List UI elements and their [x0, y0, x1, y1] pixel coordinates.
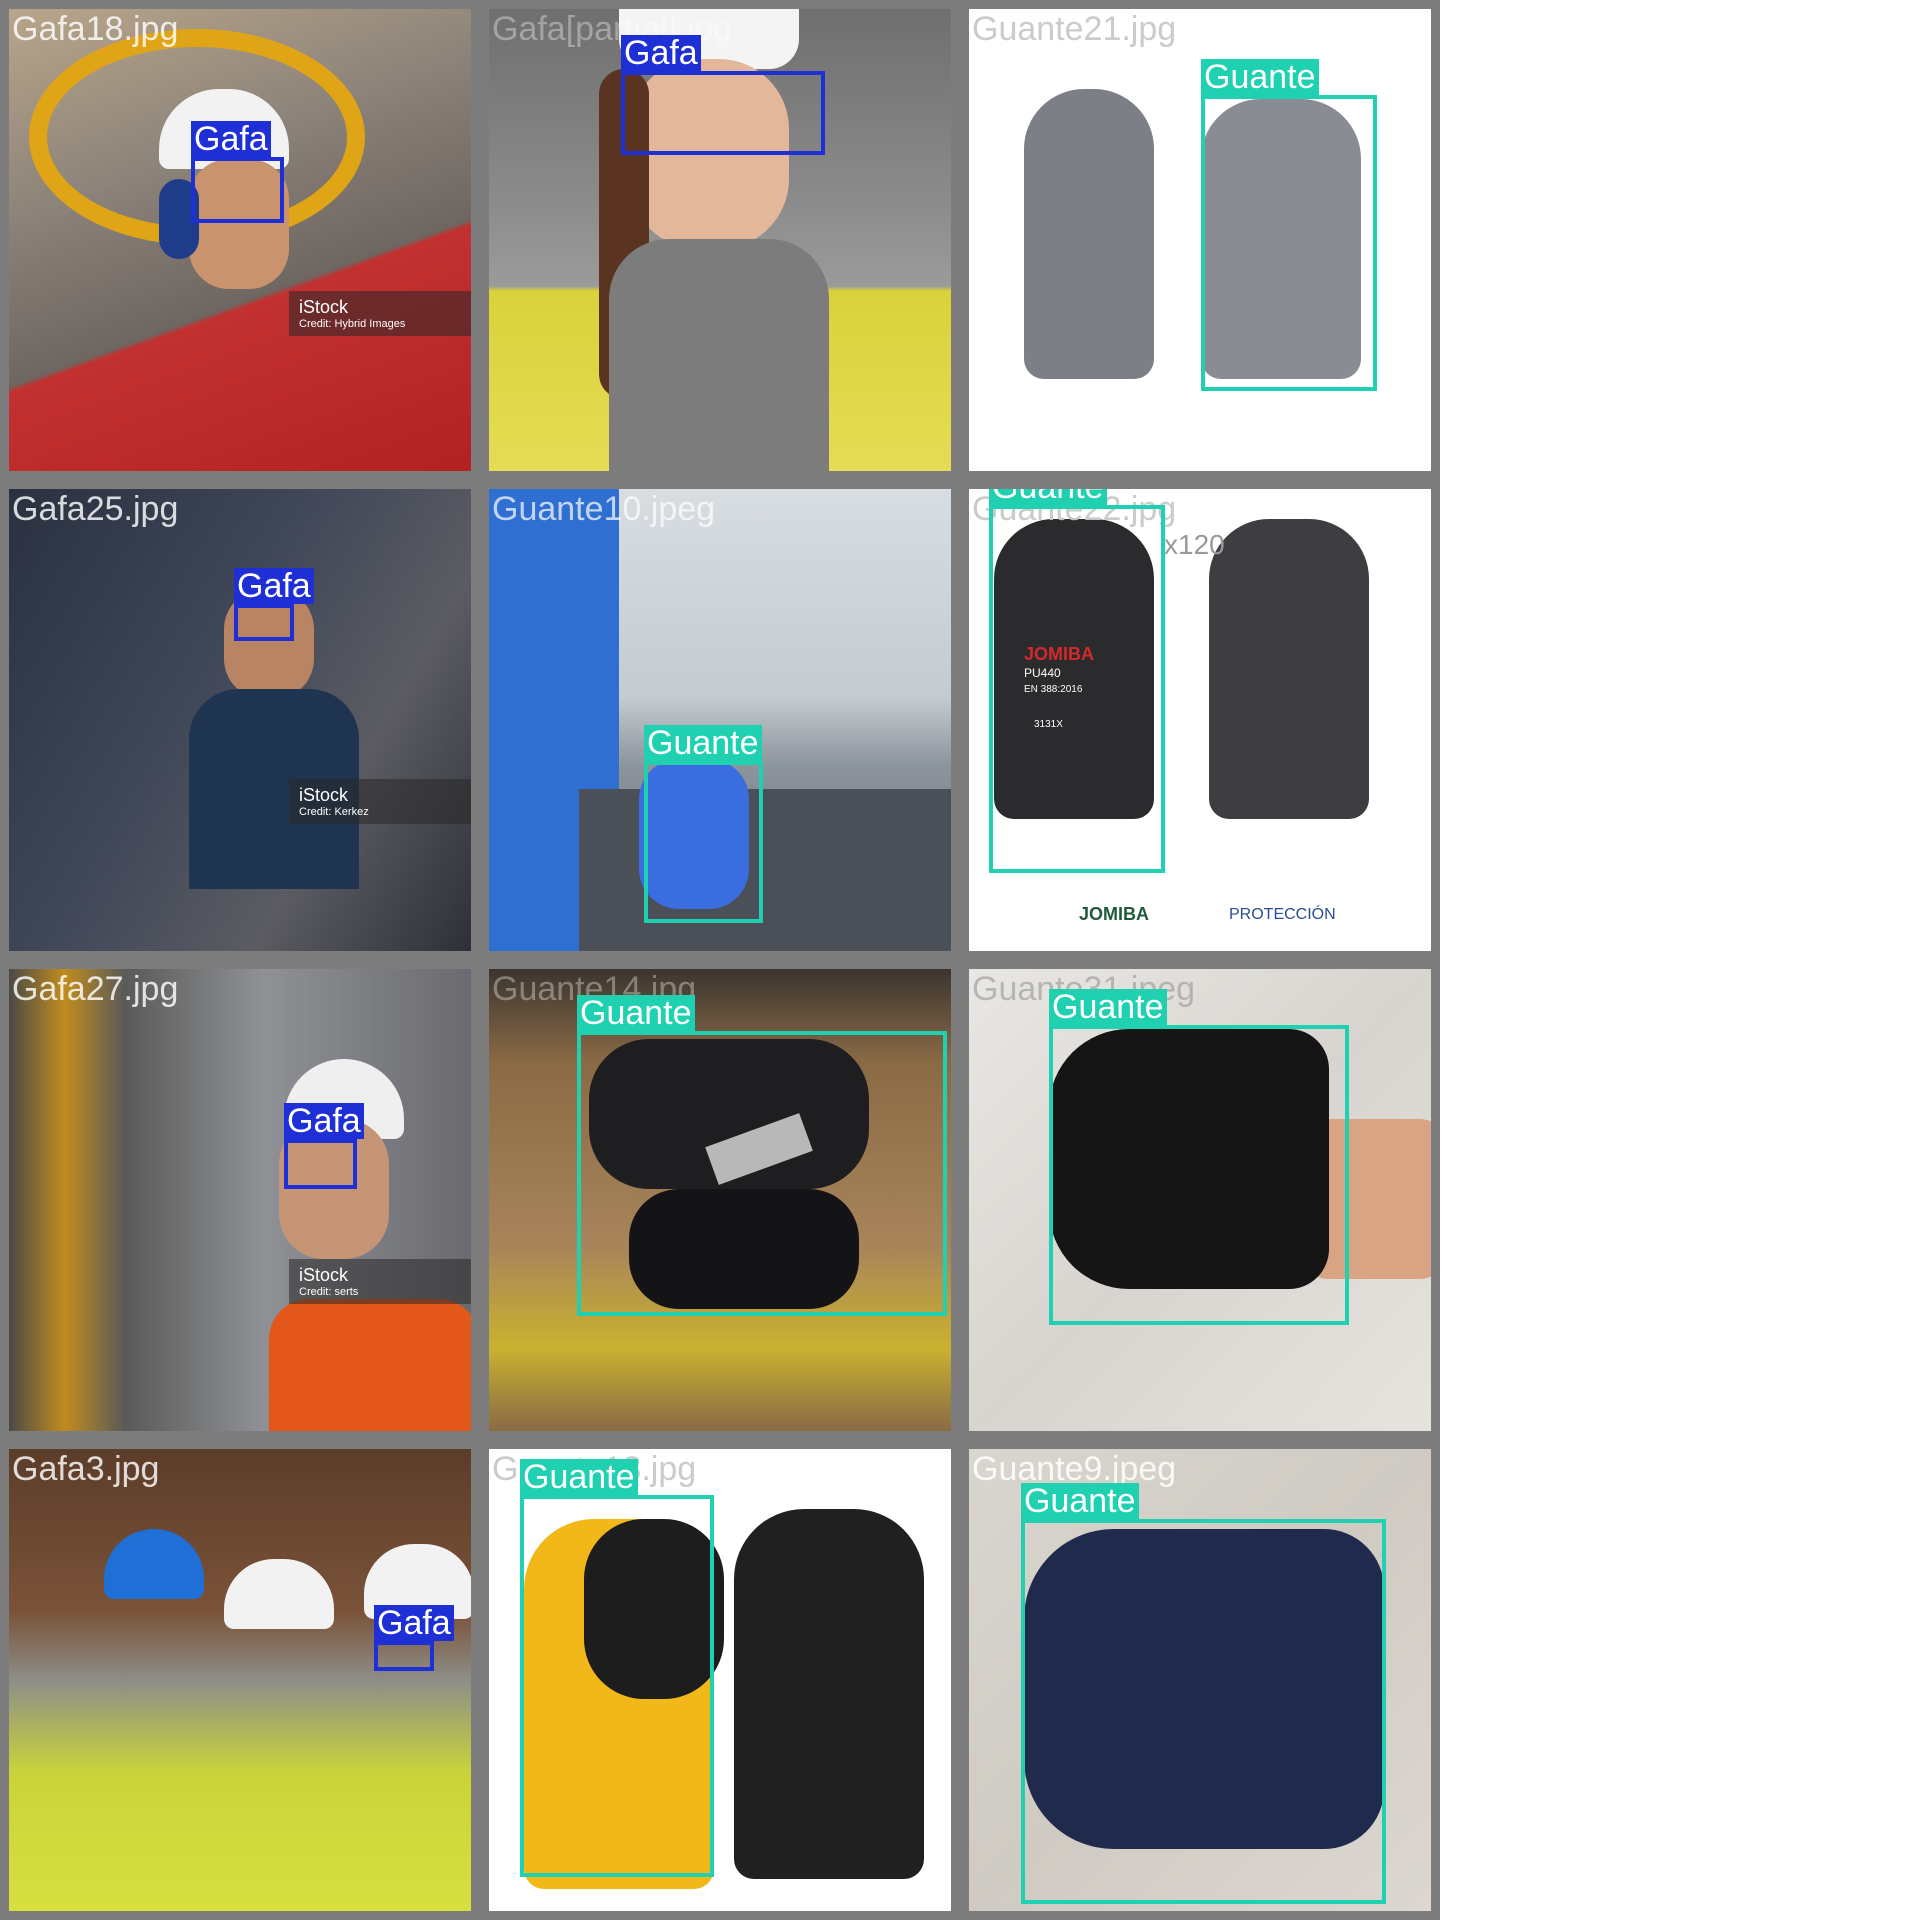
watermark: iStock Credit: Kerkez: [289, 779, 471, 824]
black-glove: [734, 1509, 924, 1879]
orange-vest: [269, 1299, 471, 1431]
bbox-guante: [1049, 1025, 1349, 1325]
bbox-guante: [1021, 1519, 1386, 1904]
watermark: iStock Credit: serts: [289, 1259, 471, 1304]
watermark-credit: Credit: serts: [299, 1286, 359, 1298]
footer-logo: JOMIBA: [1079, 904, 1150, 924]
pack-count: x120: [1164, 529, 1225, 560]
tile-guante22: JOMIBA PU440 EN 388:2016 3131X x120 JOMI…: [960, 480, 1440, 960]
filename: Guante21.jpg: [972, 10, 1177, 48]
tile-guante21: Guante21.jpg Guante: [960, 0, 1440, 480]
glove-left: [1024, 89, 1154, 379]
bbox-label: Guante: [1201, 59, 1319, 95]
bbox-label: Guante: [520, 1459, 638, 1495]
bbox-gafa: [374, 1641, 434, 1671]
footer-text: PROTECCIÓN: [1229, 906, 1336, 923]
watermark-brand: iStock: [299, 297, 349, 317]
filename: Gafa25.jpg: [12, 490, 179, 528]
tile-guante31: Guante31.jpeg Guante: [960, 960, 1440, 1440]
tile-guante14: Guante14.jpg Guante: [480, 960, 960, 1440]
bbox-guante: [577, 1031, 947, 1316]
bbox-label: Guante: [989, 489, 1107, 505]
bbox-gafa: [621, 71, 825, 155]
bbox-gafa: [284, 1139, 357, 1189]
bbox-gafa: [191, 157, 284, 223]
bbox-label: Guante: [1049, 989, 1167, 1025]
sweater: [609, 239, 829, 471]
bbox-label: Gafa: [191, 121, 271, 157]
bbox-label: Gafa: [621, 35, 701, 71]
bbox-label: Guante: [577, 995, 695, 1031]
bbox-guante: [644, 761, 763, 923]
tile-gafa25: iStock Credit: Kerkez Gafa25.jpg Gafa: [0, 480, 480, 960]
tile-gafa27: iStock Credit: serts Gafa27.jpg Gafa: [0, 960, 480, 1440]
watermark-credit: Credit: Hybrid Images: [299, 318, 406, 330]
tile-guante13: Guante13.jpg Guante: [480, 1440, 960, 1920]
watermark-brand: iStock: [299, 1265, 349, 1285]
bbox-label: Gafa: [374, 1605, 454, 1641]
filename: Guante10.jpeg: [492, 490, 716, 528]
bbox-label: Gafa: [234, 568, 314, 604]
filename: Gafa3.jpg: [12, 1450, 160, 1488]
tile-gafa3: Gafa3.jpg Gafa: [0, 1440, 480, 1920]
bbox-guante: [1201, 95, 1377, 391]
photo-three-workers: [9, 1449, 471, 1911]
tile-guante9: Guante9.jpeg Guante: [960, 1440, 1440, 1920]
bbox-guante: [989, 505, 1165, 873]
bbox-label: Guante: [644, 725, 762, 761]
bbox-label: Guante: [1021, 1483, 1139, 1519]
filename: Gafa18.jpg: [12, 10, 179, 48]
tile-guante10: Guante10.jpeg Guante: [480, 480, 960, 960]
watermark-credit: Credit: Kerkez: [299, 806, 369, 818]
bbox-gafa: [234, 604, 294, 641]
watermark-brand: iStock: [299, 785, 349, 805]
detection-grid: iStock Credit: Hybrid Images Gafa18.jpg …: [0, 0, 1440, 1920]
tile-gafa-woman: Gafa[partial].jpg Gafa: [480, 0, 960, 480]
filename: Gafa27.jpg: [12, 970, 179, 1008]
bbox-guante: [520, 1495, 714, 1877]
glove-grey: [1209, 519, 1369, 819]
granite-blocks: [579, 789, 951, 951]
watermark: iStock Credit: Hybrid Images: [289, 291, 471, 336]
bbox-label: Gafa: [284, 1103, 364, 1139]
tile-gafa18: iStock Credit: Hybrid Images Gafa18.jpg …: [0, 0, 480, 480]
